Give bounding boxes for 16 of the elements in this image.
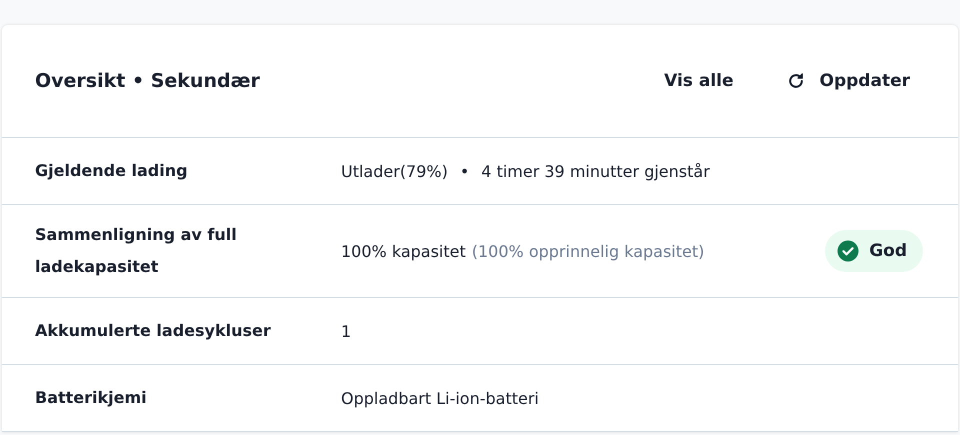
- card-title: Oversikt • Sekundær: [35, 70, 260, 92]
- row-value: 1: [341, 322, 352, 340]
- row-value: Oppladbart Li-ion-batteri: [341, 388, 539, 408]
- view-all-button[interactable]: Vis alle: [656, 65, 742, 97]
- row-value: Utlader(79%): [341, 162, 448, 180]
- row-label: Sammenligning av full ladekapasitet: [35, 224, 238, 278]
- row-label: Batterikjemi: [35, 387, 148, 409]
- refresh-button[interactable]: Oppdater: [778, 65, 918, 97]
- row-value: 4 timer 39 minutter gjenstår: [481, 162, 710, 180]
- row-value: 100% kapasitet: [341, 242, 466, 260]
- row-label: Gjeldende lading: [35, 160, 189, 182]
- separator-dot: •: [460, 162, 470, 180]
- check-icon: [837, 240, 860, 262]
- value-note: (100% opprinnelig kapasitet): [472, 242, 704, 260]
- row-label: Akkumulerte ladesykluser: [35, 320, 272, 342]
- status-badge: God: [825, 230, 923, 272]
